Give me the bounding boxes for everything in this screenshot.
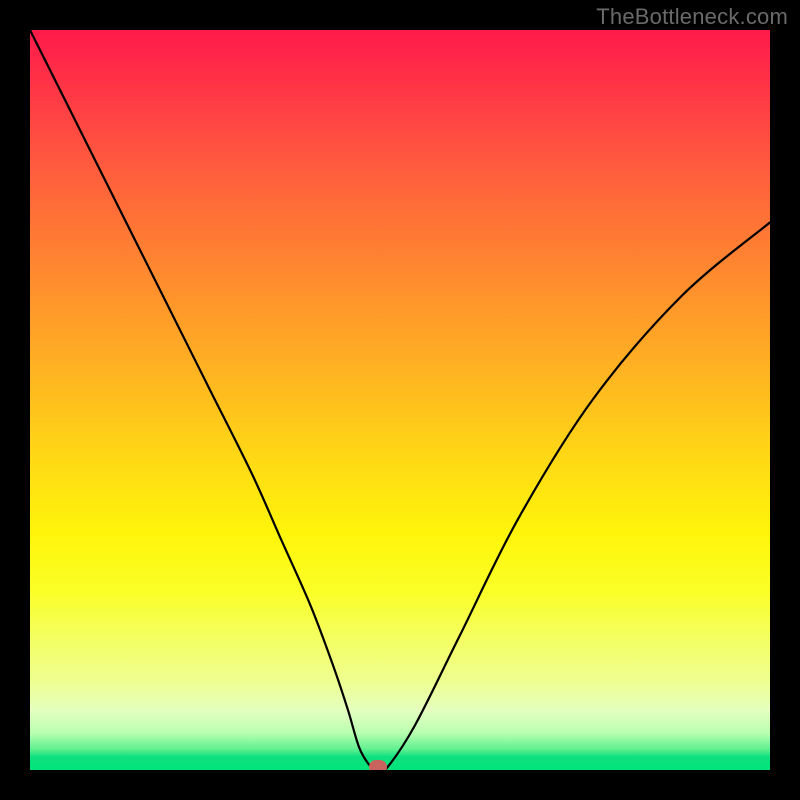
optimum-marker <box>369 760 387 770</box>
plot-area <box>30 30 770 770</box>
chart-frame: TheBottleneck.com <box>0 0 800 800</box>
gradient-background <box>30 30 770 770</box>
watermark-text: TheBottleneck.com <box>596 4 788 30</box>
